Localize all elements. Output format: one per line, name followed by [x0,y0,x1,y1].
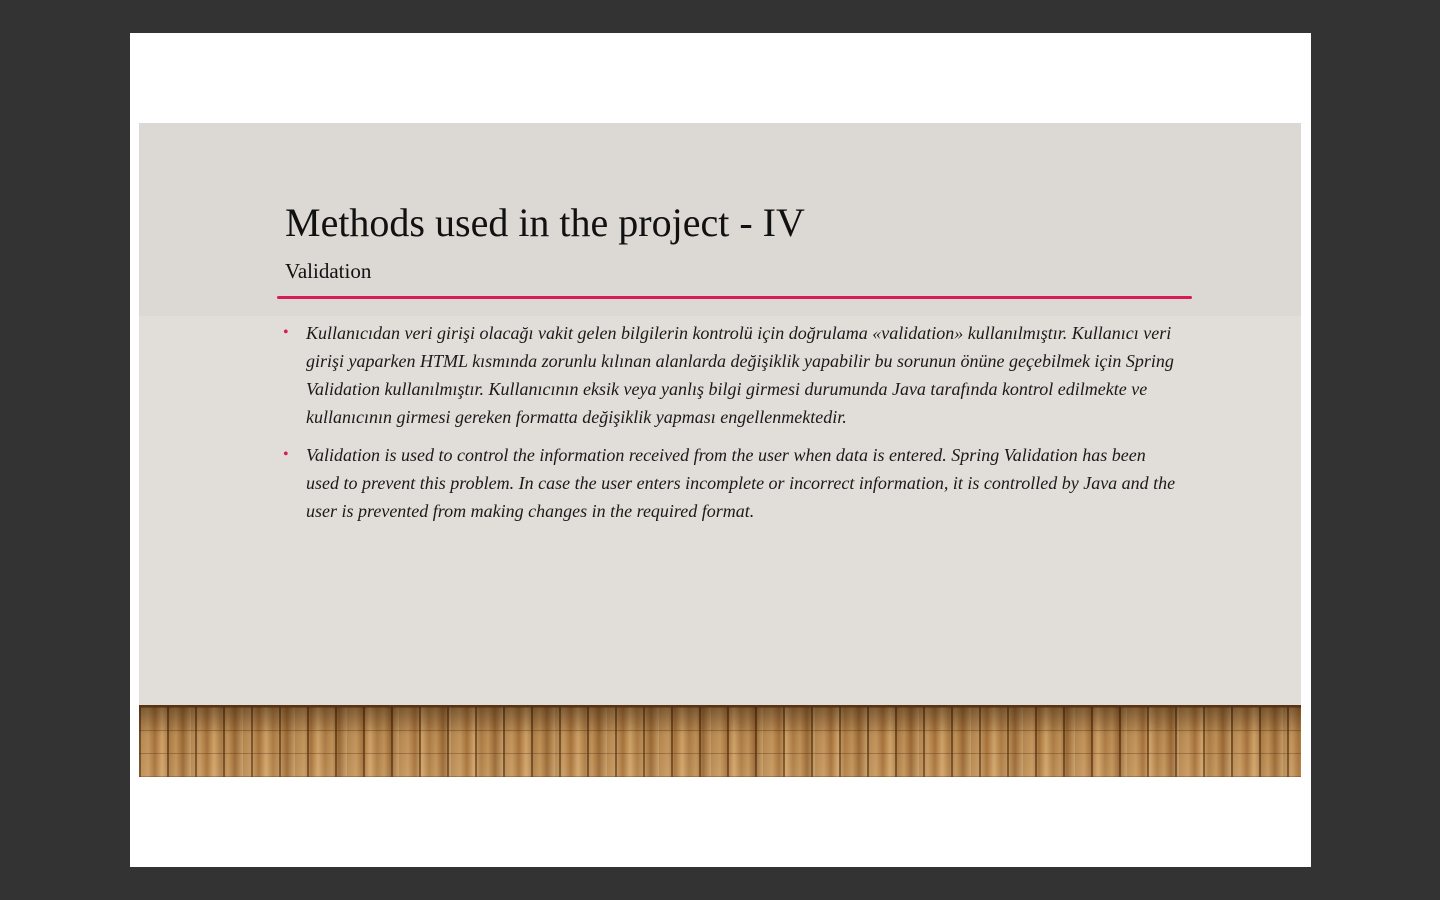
bullet-icon: • [283,324,289,341]
slide: Methods used in the project - IV Validat… [139,123,1301,777]
bullet-item: • Kullanıcıdan veri girişi olacağı vakit… [283,319,1183,431]
bullet-text: Validation is used to control the inform… [306,445,1176,521]
wood-floor-image [139,705,1301,777]
bullet-icon: • [283,446,289,463]
bullet-text: Kullanıcıdan veri girişi olacağı vakit g… [306,323,1174,427]
slide-title: Methods used in the project - IV [285,200,805,245]
slide-subtitle: Validation [285,259,372,283]
bullet-list: • Kullanıcıdan veri girişi olacağı vakit… [283,319,1183,535]
bullet-item: • Validation is used to control the info… [283,441,1183,525]
accent-divider [277,296,1192,299]
